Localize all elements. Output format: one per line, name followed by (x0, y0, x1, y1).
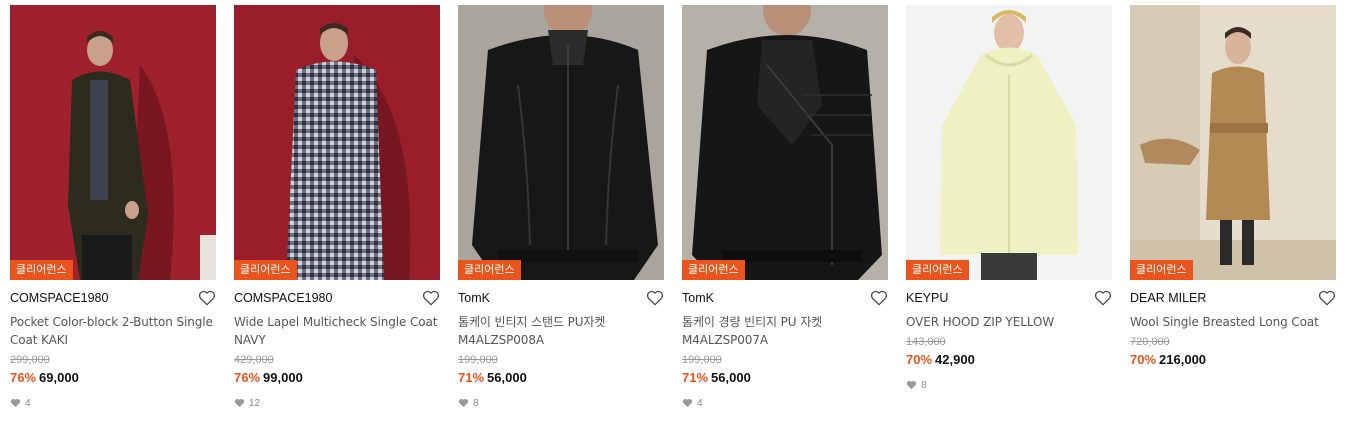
discount-rate: 71% (458, 370, 485, 385)
original-price: 143,000 (906, 336, 946, 348)
product-card[interactable]: 클리어런스 KEYPU OVER HOOD ZIP YELLOW 143,000… (906, 5, 1112, 410)
original-price: 429,000 (234, 354, 274, 366)
clearance-badge: 클리어런스 (682, 260, 745, 280)
like-count: 12 (234, 396, 440, 410)
clearance-badge: 클리어런스 (906, 260, 969, 280)
heart-filled-icon (10, 398, 21, 408)
like-count: 4 (682, 396, 888, 410)
sale-price: 216,000 (1159, 352, 1207, 367)
like-count-text: 8 (473, 397, 479, 409)
original-price: 199,000 (458, 354, 498, 366)
like-count: 8 (906, 378, 1112, 392)
product-image[interactable]: 클리어런스 (10, 5, 216, 280)
heart-filled-icon (458, 398, 469, 408)
discount-rate: 70% (1130, 352, 1157, 367)
sale-price: 42,900 (935, 352, 975, 367)
product-image[interactable]: 클리어런스 (906, 5, 1112, 280)
clearance-badge: 클리어런스 (458, 260, 521, 280)
product-title[interactable]: OVER HOOD ZIP YELLOW (906, 313, 1112, 331)
sale-price: 56,000 (711, 370, 751, 385)
product-card[interactable]: 클리어런스 TomK 톰케이 경량 빈티지 PU 자켓 M4ALZSP007A … (682, 5, 888, 410)
product-image[interactable]: 클리어런스 (1130, 5, 1336, 280)
product-card[interactable]: 클리어런스 COMSPACE1980 Wide Lapel Multicheck… (234, 5, 440, 410)
product-image[interactable]: 클리어런스 (234, 5, 440, 280)
sale-price: 56,000 (487, 370, 527, 385)
discount-rate: 71% (682, 370, 709, 385)
original-price: 720,000 (1130, 336, 1170, 348)
price-row: 71% 56,000 (458, 370, 664, 388)
product-title[interactable]: 톰케이 경량 빈티지 PU 자켓 M4ALZSP007A (682, 313, 888, 349)
heart-icon[interactable] (422, 290, 440, 306)
price-row: 71% 56,000 (682, 370, 888, 388)
product-card[interactable]: 클리어런스 COMSPACE1980 Pocket Color-block 2-… (10, 5, 216, 410)
price-row: 70% 42,900 (906, 352, 1112, 370)
sale-price: 99,000 (263, 370, 303, 385)
product-image[interactable]: 클리어런스 (682, 5, 888, 280)
like-count: 4 (10, 396, 216, 410)
like-count-text: 4 (25, 397, 31, 409)
product-image[interactable]: 클리어런스 (458, 5, 664, 280)
product-grid: 클리어런스 COMSPACE1980 Pocket Color-block 2-… (10, 5, 1336, 410)
clearance-badge: 클리어런스 (234, 260, 297, 280)
heart-icon[interactable] (870, 290, 888, 306)
brand-name[interactable]: TomK (682, 291, 714, 305)
brand-name[interactable]: COMSPACE1980 (234, 291, 332, 305)
product-title[interactable]: Pocket Color-block 2-Button Single Coat … (10, 313, 216, 349)
clearance-badge: 클리어런스 (10, 260, 73, 280)
product-card[interactable]: 클리어런스 TomK 톰케이 빈티지 스탠드 PU자켓 M4ALZSP008A … (458, 5, 664, 410)
discount-rate: 70% (906, 352, 933, 367)
product-title[interactable]: 톰케이 빈티지 스탠드 PU자켓 M4ALZSP008A (458, 313, 664, 349)
heart-filled-icon (906, 380, 917, 390)
heart-icon[interactable] (198, 290, 216, 306)
like-count-text: 4 (697, 397, 703, 409)
like-count-text: 12 (249, 397, 261, 409)
heart-icon[interactable] (646, 290, 664, 306)
product-title[interactable]: Wide Lapel Multicheck Single Coat NAVY (234, 313, 440, 349)
like-count: 8 (458, 396, 664, 410)
discount-rate: 76% (10, 370, 37, 385)
heart-icon[interactable] (1318, 290, 1336, 306)
clearance-badge: 클리어런스 (1130, 260, 1193, 280)
brand-name[interactable]: DEAR MILER (1130, 291, 1206, 305)
brand-name[interactable]: TomK (458, 291, 490, 305)
product-card[interactable]: 클리어런스 DEAR MILER Wool Single Breasted Lo… (1130, 5, 1336, 410)
heart-icon[interactable] (1094, 290, 1112, 306)
brand-name[interactable]: COMSPACE1980 (10, 291, 108, 305)
like-count-text: 8 (921, 379, 927, 391)
price-row: 70% 216,000 (1130, 352, 1336, 370)
sale-price: 69,000 (39, 370, 79, 385)
heart-filled-icon (234, 398, 245, 408)
original-price: 199,000 (682, 354, 722, 366)
product-title[interactable]: Wool Single Breasted Long Coat (1130, 313, 1336, 331)
heart-filled-icon (682, 398, 693, 408)
discount-rate: 76% (234, 370, 261, 385)
brand-name[interactable]: KEYPU (906, 291, 948, 305)
price-row: 76% 99,000 (234, 370, 440, 388)
original-price: 299,000 (10, 354, 50, 366)
price-row: 76% 69,000 (10, 370, 216, 388)
